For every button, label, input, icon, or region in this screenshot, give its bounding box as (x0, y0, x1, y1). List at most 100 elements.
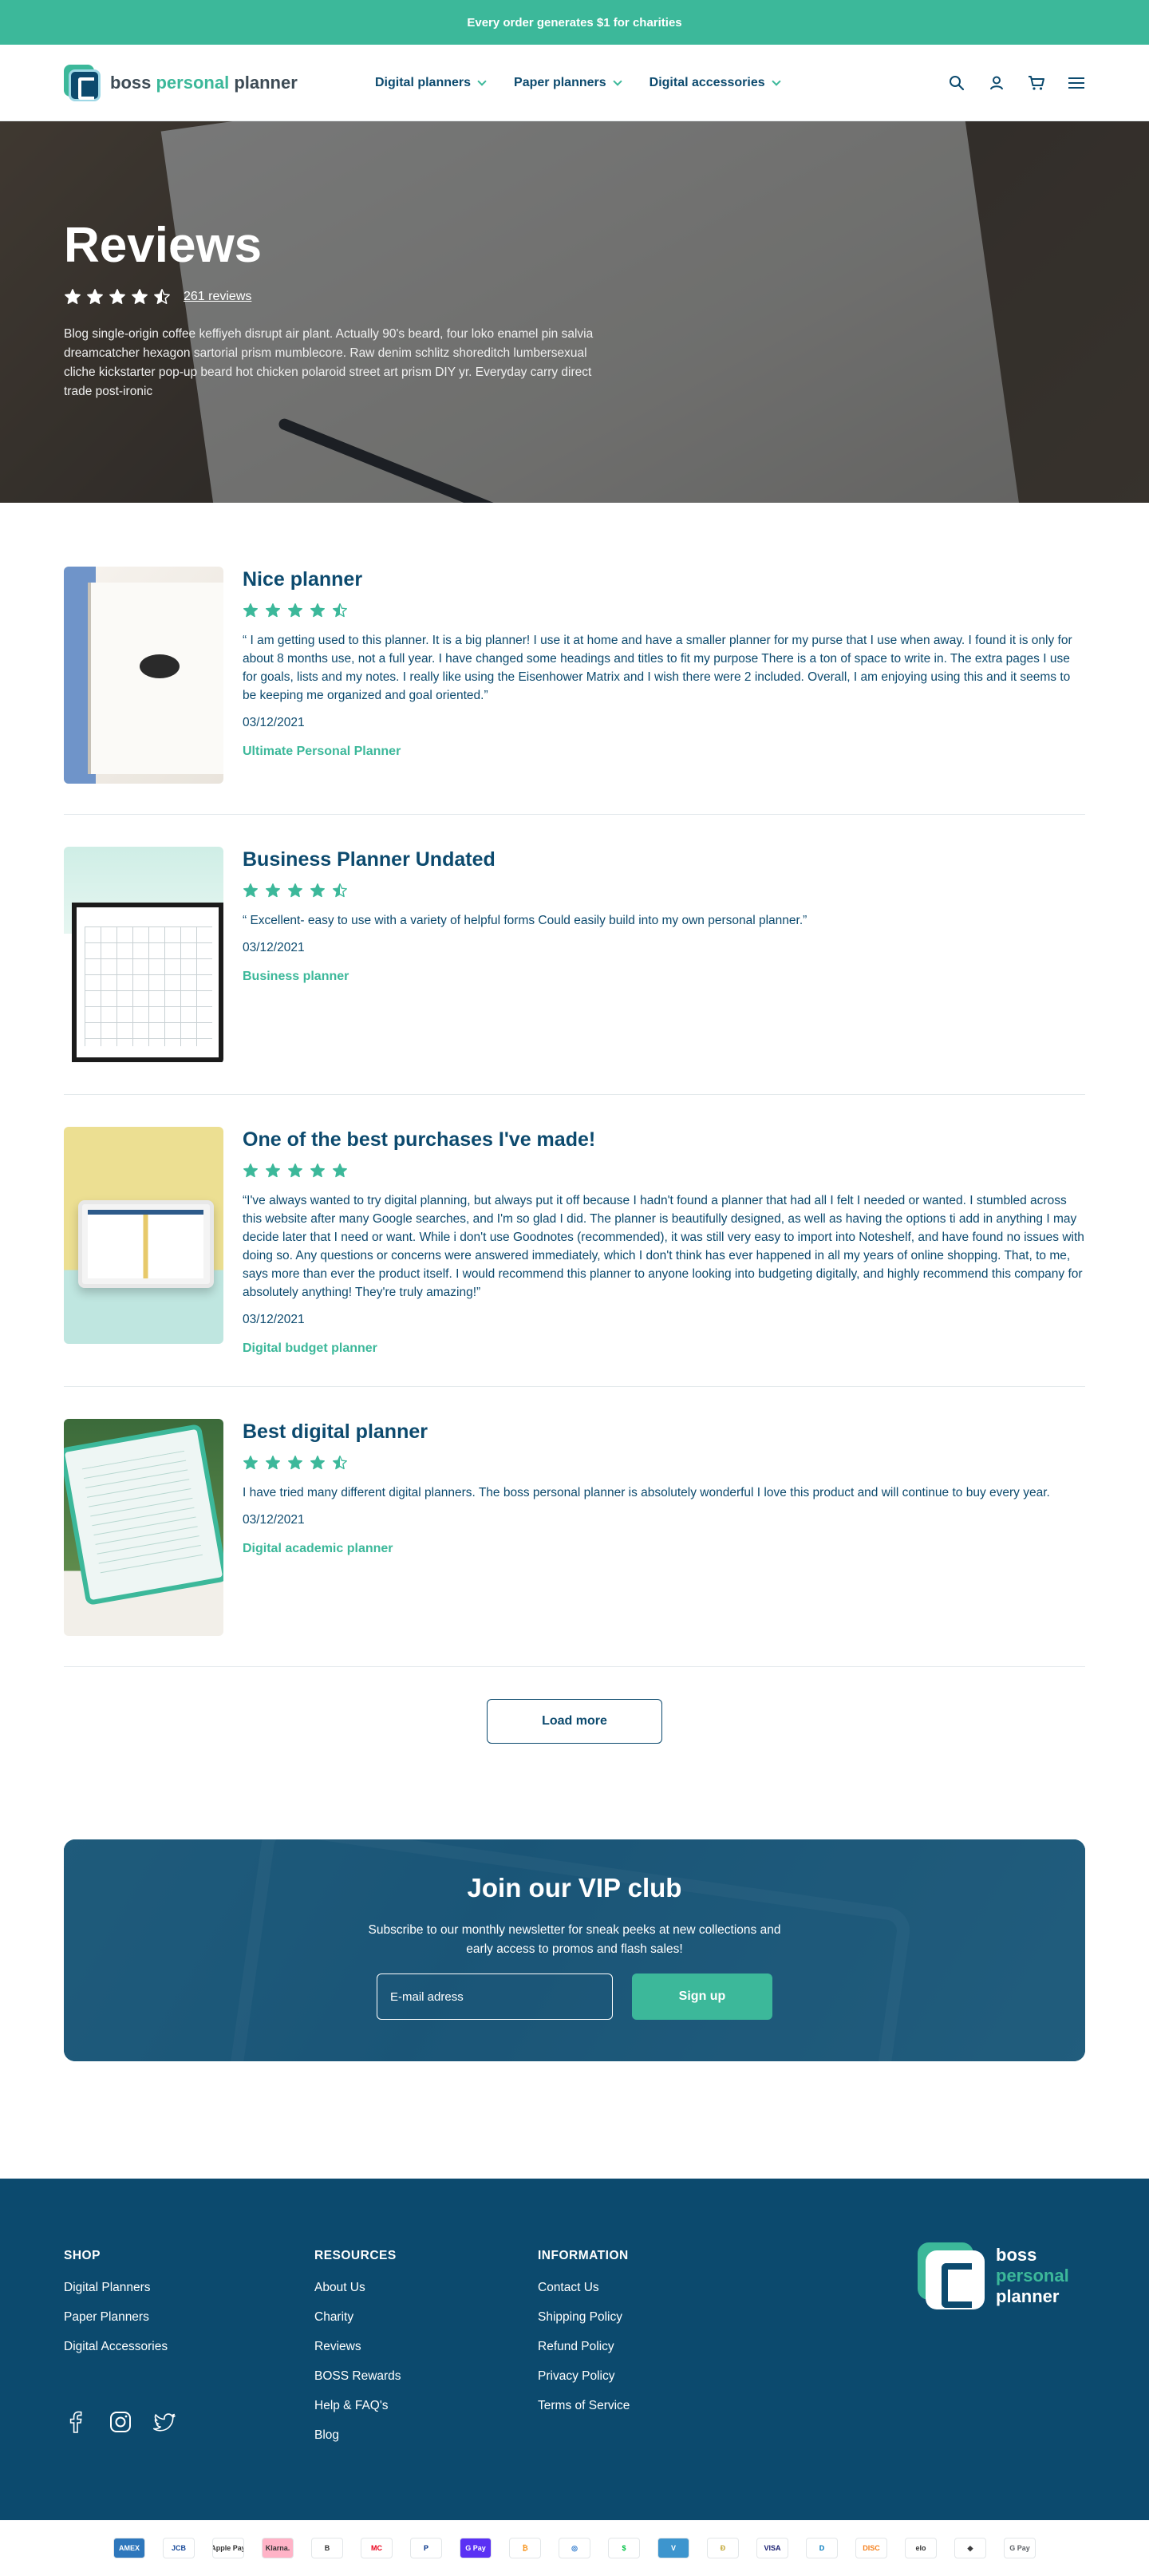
footer-information: INFORMATION Contact Us Shipping Policy R… (538, 2249, 761, 2458)
sign-up-button[interactable]: Sign up (632, 1973, 772, 2020)
star-full-icon (287, 603, 303, 618)
footer-heading: INFORMATION (538, 2249, 629, 2262)
vip-description: Subscribe to our monthly newsletter for … (368, 1923, 781, 1956)
cart-icon[interactable] (1028, 74, 1045, 92)
footer-link[interactable]: Digital Accessories (64, 2340, 314, 2354)
footer-link[interactable]: BOSS Rewards (314, 2369, 538, 2384)
chevron-down-icon (477, 76, 487, 86)
review-date: 03/12/2021 (243, 1513, 305, 1527)
review-title: Business Planner Undated (243, 848, 496, 871)
review-product-link[interactable]: Digital budget planner (243, 1341, 1085, 1356)
account-icon[interactable] (988, 74, 1005, 92)
google-pay-icon: G Pay (460, 2538, 492, 2558)
review-title: Nice planner (243, 568, 363, 591)
page-title: Reviews (64, 218, 263, 273)
payment-methods: AMEX JCB Apple Pay Klarna. B MC P G Pay … (0, 2520, 1149, 2576)
brand-logo[interactable]: boss personal planner (64, 64, 375, 101)
hero-rating: 261 reviews (64, 288, 606, 306)
footer-link[interactable]: Terms of Service (538, 2399, 761, 2413)
crypto-icon: ◎ (559, 2538, 590, 2558)
footer-link[interactable]: Charity (314, 2310, 538, 2325)
search-icon[interactable] (948, 74, 965, 92)
footer-link[interactable]: Refund Policy (538, 2340, 761, 2354)
star-half-icon (153, 288, 171, 306)
footer-link[interactable]: Paper Planners (64, 2310, 314, 2325)
facebook-icon[interactable] (64, 2410, 88, 2434)
vip-newsletter: Join our VIP club Subscribe to our month… (64, 1839, 1085, 2061)
star-full-icon (310, 1163, 326, 1179)
footer-link[interactable]: Digital Planners (64, 2281, 314, 2295)
review-text: “ I am getting used to this planner. It … (243, 634, 1072, 702)
footer-link[interactable]: Shipping Policy (538, 2310, 761, 2325)
nav-paper-planners[interactable]: Paper planners (514, 76, 622, 90)
star-full-icon (243, 883, 259, 899)
footer-logo[interactable]: boss personal planner (918, 2242, 1069, 2309)
hero-description: Blog single-origin coffee keffiyeh disru… (64, 327, 594, 398)
load-more-button[interactable]: Load more (487, 1699, 662, 1744)
review-date: 03/12/2021 (243, 716, 305, 729)
star-full-icon (332, 1163, 348, 1179)
product-image[interactable] (64, 567, 223, 784)
review-date: 03/12/2021 (243, 1313, 305, 1326)
review-product-link[interactable]: Ultimate Personal Planner (243, 745, 1085, 759)
apple-pay-icon: Apple Pay (212, 2538, 244, 2558)
star-full-icon (310, 1455, 326, 1471)
footer-link[interactable]: Blog (314, 2428, 538, 2443)
product-image[interactable] (64, 1419, 223, 1636)
paypal-icon: P (410, 2538, 442, 2558)
footer-link[interactable]: Help & FAQ's (314, 2399, 538, 2413)
menu-icon[interactable] (1068, 74, 1085, 92)
review-item: Best digital planner I have tried many d… (64, 1419, 1085, 1667)
announcement-text: Every order generates $1 for charities (467, 15, 682, 30)
footer-resources: RESOURCES About Us Charity Reviews BOSS … (314, 2249, 538, 2458)
elo-icon: elo (905, 2538, 937, 2558)
review-title: One of the best purchases I've made! (243, 1128, 596, 1151)
nav-digital-accessories[interactable]: Digital accessories (650, 76, 781, 90)
star-full-icon (287, 1455, 303, 1471)
twitter-icon[interactable] (153, 2410, 177, 2434)
nav-digital-planners[interactable]: Digital planners (375, 76, 487, 90)
star-full-icon (131, 288, 148, 306)
newsletter-form: Sign up (377, 1973, 772, 2020)
hero-stars (64, 288, 171, 306)
vip-title: Join our VIP club (467, 1873, 682, 1902)
product-image[interactable] (64, 847, 223, 1064)
review-item: Business Planner Undated “ Excellent- ea… (64, 847, 1085, 1095)
star-half-icon (332, 603, 348, 618)
star-full-icon (243, 603, 259, 618)
review-product-link[interactable]: Digital academic planner (243, 1542, 1085, 1556)
reviews-list: Nice planner “ I am getting used to this… (0, 503, 1149, 1744)
star-full-icon (86, 288, 104, 306)
review-date: 03/12/2021 (243, 941, 305, 954)
footer-link[interactable]: About Us (314, 2281, 538, 2295)
product-image[interactable] (64, 1127, 223, 1344)
cashapp-icon: $ (608, 2538, 640, 2558)
ethereum-icon: ◆ (954, 2538, 986, 2558)
star-full-icon (310, 883, 326, 899)
review-title: Best digital planner (243, 1420, 428, 1443)
visa-icon: VISA (756, 2538, 788, 2558)
instagram-icon[interactable] (109, 2410, 132, 2434)
reviews-count-link[interactable]: 261 reviews (184, 290, 251, 304)
review-stars (243, 603, 1085, 618)
amex-icon: AMEX (113, 2538, 145, 2558)
announcement-bar: Every order generates $1 for charities (0, 0, 1149, 45)
footer-link[interactable]: Privacy Policy (538, 2369, 761, 2384)
star-full-icon (265, 603, 281, 618)
footer-heading: SHOP (64, 2249, 101, 2262)
klarna-icon: Klarna. (262, 2538, 294, 2558)
email-field[interactable] (377, 1973, 613, 2020)
footer-link[interactable]: Reviews (314, 2340, 538, 2354)
star-half-icon (332, 1455, 348, 1471)
footer-heading: RESOURCES (314, 2249, 397, 2262)
jcb-icon: JCB (163, 2538, 195, 2558)
google-pay-icon: G Pay (1004, 2538, 1036, 2558)
review-stars (243, 1163, 1085, 1179)
review-stars (243, 1455, 1085, 1471)
footer-link[interactable]: Contact Us (538, 2281, 761, 2295)
star-full-icon (243, 1163, 259, 1179)
review-stars (243, 883, 1085, 899)
star-half-icon (332, 883, 348, 899)
review-product-link[interactable]: Business planner (243, 970, 1085, 984)
star-full-icon (287, 1163, 303, 1179)
